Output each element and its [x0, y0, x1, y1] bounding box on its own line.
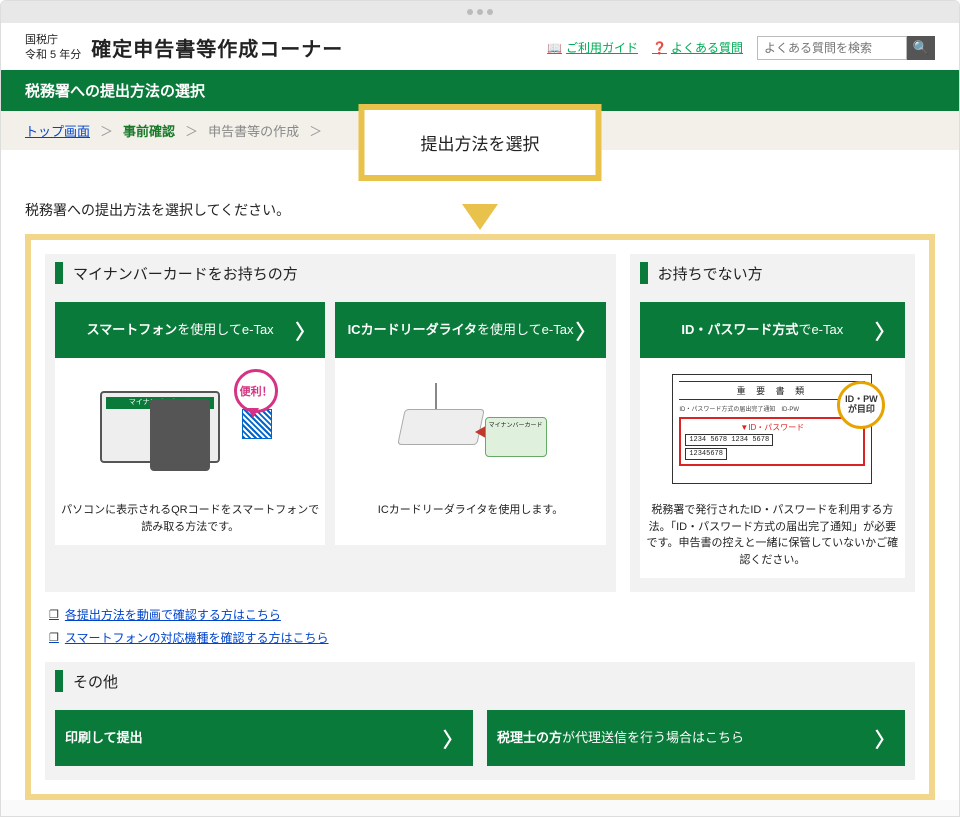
convenient-badge: 便利！ — [234, 369, 278, 413]
section-accent-icon — [55, 262, 63, 284]
section-accent-icon — [55, 670, 63, 692]
id-pw-stamp-icon: ID・PW が目印 — [837, 381, 885, 429]
section-no-card: お持ちでない方 — [658, 263, 763, 284]
breadcrumb-current: 事前確認 — [123, 121, 175, 140]
header: 国税庁 令和 5 年分 確定申告書等作成コーナー 📖 ご利用ガイド ❓ よくある… — [1, 23, 959, 70]
section-other: その他 — [73, 671, 118, 692]
chevron-right-icon: 〉 — [443, 724, 463, 753]
section-has-card: マイナンバーカードをお持ちの方 — [73, 263, 298, 284]
option-ic-reader[interactable]: ICカードリーダライタを使用してe-Tax 〉 — [335, 302, 605, 358]
agency-line2: 令和 5 年分 — [25, 48, 81, 62]
question-icon: ❓ — [652, 41, 667, 55]
guide-link[interactable]: 📖 ご利用ガイド — [547, 39, 638, 56]
app-title: 確定申告書等作成コーナー — [91, 33, 343, 62]
chevron-right-icon: 〉 — [295, 316, 315, 345]
breadcrumb-next: 申告書等の作成 — [208, 121, 299, 140]
search-input[interactable] — [757, 36, 907, 60]
chevron-right-icon: ＞ — [185, 121, 198, 140]
illustration-smartphone: マイナンバーカード 便利！ — [55, 364, 325, 494]
chevron-right-icon: 〉 — [576, 316, 596, 345]
link-video-guide[interactable]: ❐ 各提出方法を動画で確認する方はこちら — [49, 606, 281, 623]
callout-bubble: 提出方法を選択 — [359, 104, 602, 181]
illustration-id-pw: 重 要 書 類 ID・パスワード方式の届出完了通知 ID-PW ▼ID・パスワー… — [640, 364, 905, 494]
chevron-right-icon: ＞ — [100, 121, 113, 140]
window-icon: ❐ — [49, 631, 59, 644]
options-box: マイナンバーカードをお持ちの方 スマートフォンを使用してe-Tax 〉 マイナン — [25, 234, 935, 800]
desc-smartphone: パソコンに表示されるQRコードをスマートフォンで読み取る方法です。 — [55, 494, 325, 545]
option-smartphone[interactable]: スマートフォンを使用してe-Tax 〉 — [55, 302, 325, 358]
chevron-right-icon: ＞ — [309, 121, 322, 140]
section-accent-icon — [640, 262, 648, 284]
agency-block: 国税庁 令和 5 年分 — [25, 33, 81, 62]
faq-link[interactable]: ❓ よくある質問 — [652, 39, 743, 56]
desc-ic-reader: ICカードリーダライタを使用します。 — [335, 494, 605, 529]
book-icon: 📖 — [547, 41, 562, 55]
window-icon: ❐ — [49, 608, 59, 621]
chevron-right-icon: 〉 — [875, 724, 895, 753]
breadcrumb-top[interactable]: トップ画面 — [25, 121, 90, 140]
link-supported-phones[interactable]: ❐ スマートフォンの対応機種を確認する方はこちら — [49, 629, 329, 646]
option-print[interactable]: 印刷して提出 〉 — [55, 710, 473, 766]
chevron-right-icon: 〉 — [875, 316, 895, 345]
search-button[interactable]: 🔍 — [907, 36, 935, 60]
illustration-ic-reader: マイナンバーカード — [335, 364, 605, 494]
search-icon: 🔍 — [913, 40, 930, 56]
option-id-pw[interactable]: ID・パスワード方式でe-Tax 〉 — [640, 302, 905, 358]
agency-line1: 国税庁 — [25, 33, 81, 47]
desc-id-pw: 税務署で発行されたID・パスワードを利用する方法。「ID・パスワード方式の届出完… — [640, 494, 905, 578]
option-zeirishi[interactable]: 税理士の方が代理送信を行う場合はこちら 〉 — [487, 710, 905, 766]
callout-tail-icon — [462, 204, 498, 230]
